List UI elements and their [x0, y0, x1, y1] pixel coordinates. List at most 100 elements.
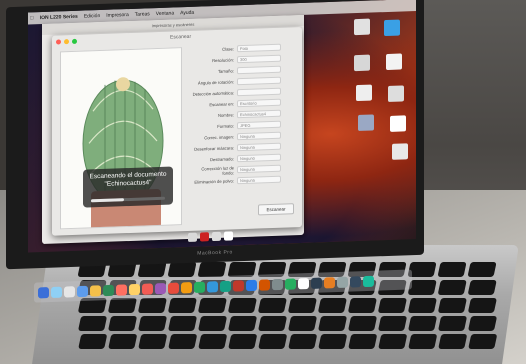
scan-button[interactable]: Escanear [258, 203, 294, 216]
keyboard-key [377, 298, 407, 313]
desktop-file-icon[interactable] [392, 143, 408, 160]
form-label: Escanear en: [209, 101, 234, 108]
keyboard-key [197, 262, 227, 277]
keyboard-key [227, 298, 257, 313]
dock-app-icon[interactable] [233, 279, 244, 292]
scan-dialog: Escanear Escaneando el documento "Echino… [52, 26, 302, 236]
desktop-file-icon[interactable] [354, 54, 370, 72]
laptop-bezel:  ION L220 Series Edición Impresora Tare… [6, 0, 424, 270]
dock-app-icon[interactable] [350, 275, 361, 288]
dock-app-icon[interactable] [246, 279, 257, 291]
keyboard-key [77, 316, 108, 331]
keyboard-key [317, 298, 347, 313]
form-control[interactable]: Echinocactus4 [237, 109, 281, 119]
desktop-image-icon[interactable] [356, 84, 372, 102]
app-icon[interactable] [212, 231, 221, 242]
dock-app-icon[interactable] [168, 282, 179, 294]
form-label: Nombre: [217, 112, 234, 118]
form-control[interactable] [237, 87, 281, 97]
keyboard-key [107, 298, 137, 313]
form-control[interactable]: Ninguna [237, 131, 281, 141]
dock-app-icon[interactable] [337, 276, 348, 288]
dock-app-icon[interactable] [311, 277, 322, 289]
dock-app-icon[interactable] [64, 285, 75, 298]
dock-app-icon[interactable] [77, 285, 88, 297]
keyboard-key [407, 298, 437, 313]
dock-app-icon[interactable] [142, 282, 153, 295]
dock-app-icon[interactable] [38, 286, 49, 298]
form-control[interactable]: Ninguno [237, 153, 281, 163]
form-control[interactable] [237, 76, 281, 86]
desktop-file-icon[interactable] [354, 18, 370, 36]
keyboard-key [228, 334, 258, 349]
keyboard-key [108, 334, 138, 349]
dock-app-icon[interactable] [181, 281, 192, 293]
app-icon[interactable] [200, 232, 209, 242]
form-control[interactable]: Ninguna [237, 142, 281, 152]
form-control[interactable]: Escritorio [237, 98, 281, 108]
dock-app-icon[interactable] [207, 280, 218, 293]
keyboard-key [437, 316, 468, 331]
menu-item-ventana[interactable]: Ventana [156, 10, 174, 17]
keyboard-key [138, 334, 168, 349]
dock-app-icon[interactable] [116, 283, 127, 296]
scan-dialog-title: Escanear [170, 33, 192, 41]
app-icon[interactable] [224, 231, 233, 241]
form-control[interactable]: JPEG [237, 120, 281, 130]
form-control[interactable]: 300 [237, 54, 281, 64]
keyboard-key [438, 334, 468, 349]
dock-app-icon[interactable] [155, 282, 166, 294]
keyboard-key [347, 298, 377, 313]
zoom-window-icon[interactable] [72, 38, 77, 44]
keyboard-key [78, 334, 108, 349]
form-label: Formato: [217, 123, 234, 129]
dock-app-icon[interactable] [363, 275, 374, 287]
dock-app-icon[interactable] [90, 284, 101, 297]
dock-app-icon[interactable] [298, 277, 309, 289]
dock-app-icon[interactable] [51, 286, 62, 298]
dock-app-icon[interactable] [285, 277, 296, 290]
dock-app-icon[interactable] [259, 278, 270, 291]
keyboard-key [407, 316, 438, 331]
menu-item-ayuda[interactable]: Ayuda [180, 10, 194, 16]
menu-item-tareas[interactable]: Tareas [135, 11, 150, 18]
keyboard-key [408, 334, 438, 349]
form-control[interactable]: Foto [237, 43, 281, 53]
keyboard-key [437, 262, 467, 277]
keyboard-key [287, 298, 317, 313]
form-label: Detección automática: [192, 90, 234, 97]
desktop-image-icon[interactable] [388, 85, 404, 102]
form-control[interactable]: Ninguna [237, 175, 281, 185]
desktop-image-icon[interactable] [358, 114, 374, 132]
keyboard-key [468, 334, 498, 349]
dock-app-icon[interactable] [220, 280, 231, 292]
form-control[interactable] [237, 65, 281, 75]
form-label: Desenfocar máscara: [194, 145, 234, 152]
keyboard-key [467, 262, 497, 277]
desktop-file-icon[interactable] [390, 115, 406, 132]
dock-app-icon[interactable] [272, 278, 283, 290]
apple-icon[interactable]:  [30, 15, 34, 21]
dock-app-icon[interactable] [129, 283, 140, 295]
keyboard-key [437, 298, 467, 313]
dock-app-icon[interactable] [103, 284, 114, 296]
close-window-icon[interactable] [56, 38, 61, 45]
keyboard-key [198, 334, 228, 349]
dock-app-icon[interactable] [324, 276, 335, 288]
scan-progress-track [91, 196, 165, 203]
form-label: Clase: [222, 46, 234, 52]
keyboard-key [167, 262, 197, 277]
menu-item-edicion[interactable]: Edición [84, 13, 100, 20]
app-icon[interactable] [188, 232, 197, 242]
menu-app-name[interactable]: ION L220 Series [40, 14, 78, 21]
keyboard-key [168, 334, 198, 349]
minimize-window-icon[interactable] [64, 38, 69, 44]
desktop-file-icon[interactable] [386, 53, 402, 71]
keyboard-key [467, 280, 497, 295]
menu-item-impresora[interactable]: Impresora [106, 12, 129, 19]
keyboard-key [378, 334, 408, 349]
keyboard-key [287, 316, 318, 331]
form-control[interactable]: Ninguna [237, 164, 281, 174]
dock-app-icon[interactable] [194, 281, 205, 293]
desktop-folder-icon[interactable] [384, 19, 400, 37]
